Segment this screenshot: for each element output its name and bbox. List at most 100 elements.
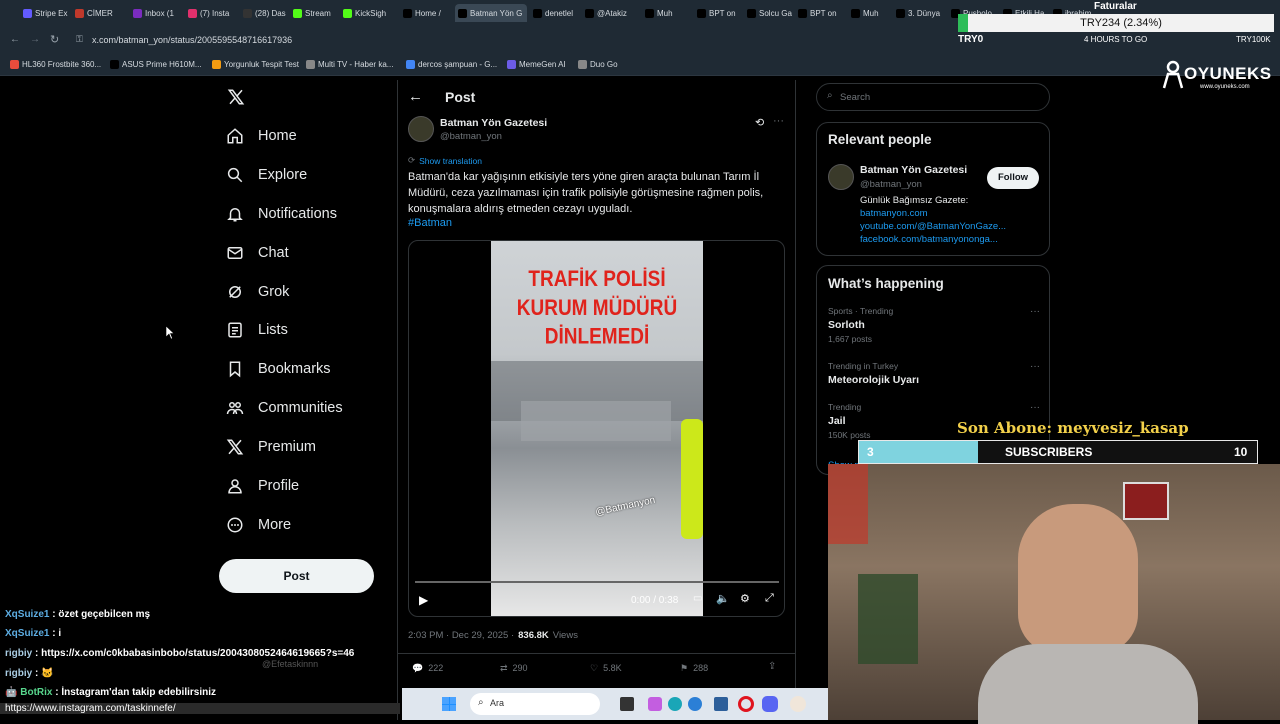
share-icon[interactable]: ⇪ (768, 661, 776, 672)
browser-tab[interactable]: @Atakiz (582, 4, 638, 22)
person-avatar[interactable] (828, 164, 854, 190)
bookmark-item[interactable]: Multi TV - Haber ka... (306, 60, 393, 69)
nav-item-explore[interactable]: Explore (226, 166, 307, 184)
nav-item-label: Communities (258, 400, 343, 416)
url-field[interactable]: x.com/batman_yon/status/2005595548716617… (92, 35, 292, 45)
volume-icon[interactable]: 🔈 (716, 592, 730, 605)
subscriber-goal-fill (859, 441, 979, 463)
forward-icon[interactable]: → (30, 34, 40, 45)
browser-tab[interactable]: Muh (848, 4, 890, 22)
bookmark-item[interactable]: MemeGen AI (507, 60, 566, 69)
nav-item-lists[interactable]: Lists (226, 321, 288, 339)
nav-item-label: Profile (258, 478, 300, 494)
bio-link-3[interactable]: facebook.com/batmanyononga... (860, 234, 998, 245)
captions-icon[interactable]: ▭ (693, 593, 702, 604)
trend-more-icon[interactable]: ··· (1030, 361, 1040, 372)
nav-item-home[interactable]: Home (226, 127, 297, 145)
x-logo-icon[interactable] (227, 88, 245, 106)
browser-tab[interactable]: (7) Insta (185, 4, 237, 22)
tab-label: Muh (657, 8, 673, 18)
post-header: Post (445, 89, 476, 105)
reload-icon[interactable]: ↻ (50, 33, 59, 46)
nav-item-communities[interactable]: Communities (226, 399, 343, 417)
video-player[interactable]: TRAFİK POLİSİ KURUM MÜDÜRÜ DİNLEMEDİ @Batm… (408, 240, 785, 617)
search-input[interactable]: ⌕ Search (816, 83, 1050, 111)
bookmark-item[interactable]: Duo Go (578, 60, 618, 69)
browser-tab[interactable]: Home / (400, 4, 450, 22)
hashtag-link[interactable]: #Batman (408, 217, 452, 229)
browser-tab[interactable]: KickSigh (340, 4, 394, 22)
nav-item-more[interactable]: More (226, 516, 291, 534)
nav-item-chat[interactable]: Chat (226, 244, 289, 262)
browser-tab[interactable]: CİMER (72, 4, 126, 22)
trend-more-icon[interactable]: ··· (1030, 402, 1040, 413)
bookmark-item[interactable]: HL360 Frostbite 360... (10, 60, 101, 69)
police-officer-shape (681, 419, 703, 539)
mouse-cursor-icon (166, 326, 174, 339)
trend-more-icon[interactable]: ··· (1030, 306, 1040, 317)
back-icon[interactable]: ← (10, 34, 20, 45)
browser-tab[interactable]: BPT on (694, 4, 742, 22)
fullscreen-icon[interactable]: ⤢ (765, 592, 774, 605)
nav-item-premium[interactable]: Premium (226, 438, 316, 456)
app-icon[interactable] (790, 696, 806, 712)
repost-button[interactable]: ⇄ 290 (500, 663, 528, 674)
trend-item[interactable]: Sports · Trending Sorloth 1,667 posts ··· (828, 306, 1040, 344)
browser-tab[interactable]: Stream (290, 4, 336, 22)
nav-item-grok[interactable]: Grok (226, 283, 289, 301)
avatar[interactable] (408, 116, 434, 142)
post-button[interactable]: Post (219, 559, 374, 593)
back-arrow-icon[interactable]: ← (408, 88, 423, 105)
taskbar-search[interactable]: ⌕ Ara (470, 693, 600, 715)
post-timestamp[interactable]: 2:03 PM · Dec 29, 2025 · (408, 630, 514, 641)
trend-item[interactable]: Trending in Turkey Meteorolojik Uyarı ··· (828, 361, 1040, 386)
author-name[interactable]: Batman Yön Gazetesi (440, 117, 547, 129)
browser-tab[interactable]: 3. Dünya (893, 4, 943, 22)
browser-tab[interactable]: denetlel (530, 4, 578, 22)
windows-start-icon[interactable] (442, 697, 456, 711)
store-icon[interactable] (714, 697, 728, 711)
bookmark-favicon-icon (507, 60, 516, 69)
person-handle[interactable]: @batman_yon (860, 179, 922, 190)
bookmark-item[interactable]: Yorgunluk Tespit Test (212, 60, 299, 69)
nav-item-notifications[interactable]: Notifications (226, 205, 337, 223)
chrome-icon[interactable] (688, 697, 702, 711)
bookmark-item[interactable]: dercos şampuan - G... (406, 60, 497, 69)
like-button[interactable]: ♡ 5.8K (590, 663, 622, 674)
bio-link-1[interactable]: batmanyon.com (860, 208, 928, 219)
tab-favicon-icon (747, 8, 756, 18)
follow-button[interactable]: Follow (987, 167, 1039, 189)
browser-tab[interactable]: Batman Yön G (455, 4, 527, 22)
reply-button[interactable]: 💬 222 (412, 663, 443, 674)
author-handle[interactable]: @batman_yon (440, 131, 502, 142)
edge-icon[interactable] (668, 697, 682, 711)
opera-icon[interactable] (738, 696, 754, 712)
site-info-icon[interactable]: ⚿ (76, 34, 83, 45)
nav-item-bookmarks[interactable]: Bookmarks (226, 360, 331, 378)
goal-time-label: 4 HOURS TO GO (1084, 35, 1148, 44)
discord-icon[interactable] (762, 696, 778, 712)
person-name[interactable]: Batman Yön Gazetesi (860, 164, 967, 176)
video-progress[interactable] (415, 581, 779, 583)
copilot-icon[interactable] (648, 697, 662, 711)
goal-end-label: TRY100K (1236, 35, 1271, 44)
person-bio: Günlük Bağımsız Gazete: (860, 195, 969, 206)
bookmark-button[interactable]: ⚑ 288 (680, 663, 708, 674)
browser-tab[interactable]: Muh (642, 4, 690, 22)
bookmark-item[interactable]: ASUS Prime H610M... (110, 60, 202, 69)
tab-favicon-icon (697, 8, 706, 18)
bio-link-2[interactable]: youtube.com/@BatmanYonGaze... (860, 221, 1006, 232)
nav-item-label: Premium (258, 439, 317, 455)
play-icon[interactable]: ▶ (419, 593, 428, 607)
browser-tab[interactable]: Stripe Ex (20, 4, 70, 22)
browser-tab[interactable]: Inbox (1 (130, 4, 180, 22)
nav-item-profile[interactable]: Profile (226, 477, 299, 495)
browser-tab[interactable]: BPT on (795, 4, 843, 22)
settings-icon[interactable]: ⚙ (740, 592, 750, 605)
browser-tab[interactable]: Solcu Ga (744, 4, 792, 22)
task-view-icon[interactable] (620, 697, 634, 711)
browser-tab[interactable]: (28) Das (240, 4, 286, 22)
show-translation-link[interactable]: ⟳ Show translation (408, 155, 482, 166)
grok-icon[interactable]: ⟲ (755, 116, 764, 129)
more-options-icon[interactable]: ··· (773, 115, 784, 127)
